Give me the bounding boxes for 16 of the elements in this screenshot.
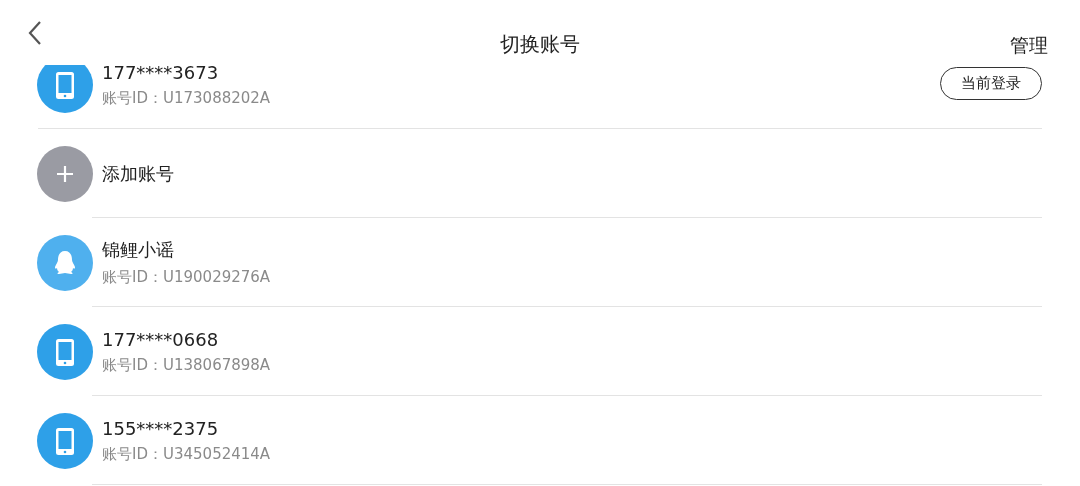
account-name: 锦鲤小谣 <box>102 238 175 262</box>
add-icon[interactable] <box>37 145 93 202</box>
account-id: 账号ID：U138067898A <box>102 355 272 375</box>
manage-link[interactable]: 管理 <box>1010 33 1048 59</box>
add-account-label[interactable]: 添加账号 <box>102 161 1042 186</box>
account-name: 177****0668 <box>102 328 220 350</box>
phone-icon <box>37 412 93 469</box>
account-id: 账号ID：U190029276A <box>102 268 272 287</box>
phone-icon <box>37 323 93 380</box>
account-name: 177****3673 <box>102 61 220 83</box>
current-login-button[interactable]: 当前登录 <box>940 66 1042 100</box>
page-title: 切换账号 <box>500 32 580 56</box>
account-name: 155****2375 <box>102 417 220 439</box>
account-id: 账号ID：U345052414A <box>102 444 272 464</box>
account-id: 账号ID：U173088202A <box>102 88 272 108</box>
penguin-icon <box>37 234 93 291</box>
